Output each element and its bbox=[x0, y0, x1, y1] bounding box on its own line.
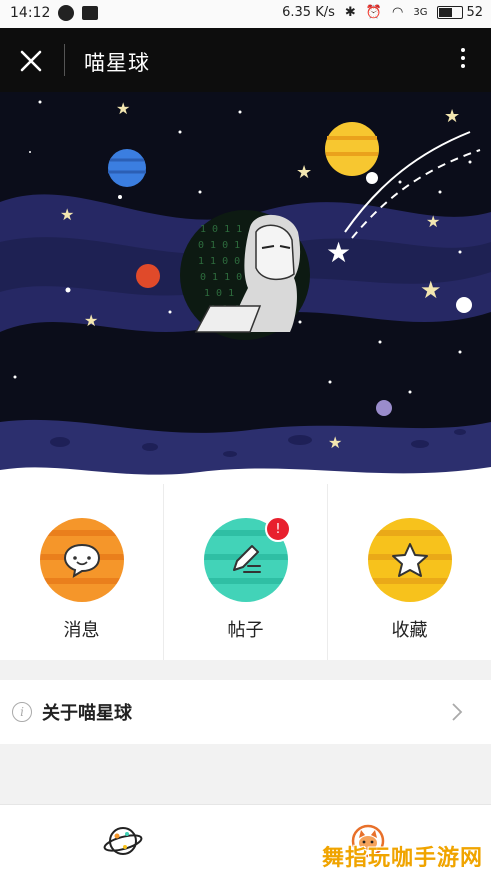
svg-text:1 0 1 1: 1 0 1 1 bbox=[200, 224, 242, 235]
more-button[interactable] bbox=[453, 44, 473, 76]
posts-label: 帖子 bbox=[228, 616, 264, 642]
svg-text:★: ★ bbox=[426, 212, 440, 231]
svg-text:1 0 1: 1 0 1 bbox=[204, 288, 234, 299]
status-time: 14:12 bbox=[10, 5, 50, 21]
title-bar: 喵星球 bbox=[0, 28, 491, 92]
battery-icon: 52 bbox=[437, 5, 483, 20]
messages-label: 消息 bbox=[64, 616, 100, 642]
chevron-right-icon bbox=[451, 702, 463, 722]
svg-text:★: ★ bbox=[328, 433, 342, 452]
new-post-badge: ! bbox=[265, 516, 291, 542]
favorites-label: 收藏 bbox=[392, 616, 428, 642]
messages-planet bbox=[40, 518, 124, 602]
watermark: 舞指玩咖手游网 bbox=[322, 840, 483, 872]
svg-text:1 1 0 0: 1 1 0 0 bbox=[198, 256, 240, 267]
svg-text:★: ★ bbox=[326, 236, 351, 269]
action-grid: 消息 ! 帖子 收藏 bbox=[0, 484, 491, 660]
star-icon bbox=[390, 541, 430, 579]
chat-bubble-icon bbox=[62, 542, 102, 578]
page-title: 喵星球 bbox=[84, 47, 150, 77]
favorites-planet bbox=[368, 518, 452, 602]
svg-text:★: ★ bbox=[420, 276, 442, 304]
signal-label: 3G bbox=[413, 7, 427, 18]
svg-text:0 1 0 1: 0 1 0 1 bbox=[198, 240, 240, 251]
svg-text:★: ★ bbox=[444, 106, 460, 127]
messages-tile[interactable]: 消息 bbox=[0, 484, 163, 660]
title-divider bbox=[64, 44, 65, 76]
status-bar: 14:12 6.35 K/s ✱ ⏰ ◠ 3G 52 bbox=[0, 0, 491, 28]
svg-text:★: ★ bbox=[84, 311, 98, 330]
bluetooth-icon: ✱ bbox=[345, 5, 356, 20]
image-icon bbox=[82, 6, 98, 20]
close-icon bbox=[19, 49, 43, 73]
alarm-icon: ⏰ bbox=[366, 5, 382, 20]
net-speed: 6.35 K/s bbox=[282, 5, 335, 20]
about-row[interactable]: i 关于喵星球 bbox=[0, 680, 491, 744]
posts-tile[interactable]: ! 帖子 bbox=[163, 484, 327, 660]
about-label: 关于喵星球 bbox=[42, 699, 132, 725]
svg-text:★: ★ bbox=[116, 99, 130, 118]
profile-banner: ★ ★ ★ ★ ★ ★ ★ ★ ★ bbox=[0, 92, 491, 484]
battery-percent: 52 bbox=[466, 5, 483, 20]
favorites-tile[interactable]: 收藏 bbox=[327, 484, 491, 660]
close-button[interactable] bbox=[14, 45, 48, 77]
browser-icon bbox=[58, 5, 74, 21]
svg-text:★: ★ bbox=[296, 162, 312, 183]
info-icon: i bbox=[12, 702, 32, 722]
pencil-icon bbox=[226, 542, 266, 578]
svg-text:0 1 1 0: 0 1 1 0 bbox=[200, 272, 242, 283]
planet-tab[interactable] bbox=[0, 805, 246, 877]
more-vertical-icon bbox=[461, 48, 465, 52]
svg-text:★: ★ bbox=[60, 205, 74, 224]
wifi-icon: ◠ bbox=[392, 5, 403, 20]
planet-icon bbox=[103, 823, 143, 859]
